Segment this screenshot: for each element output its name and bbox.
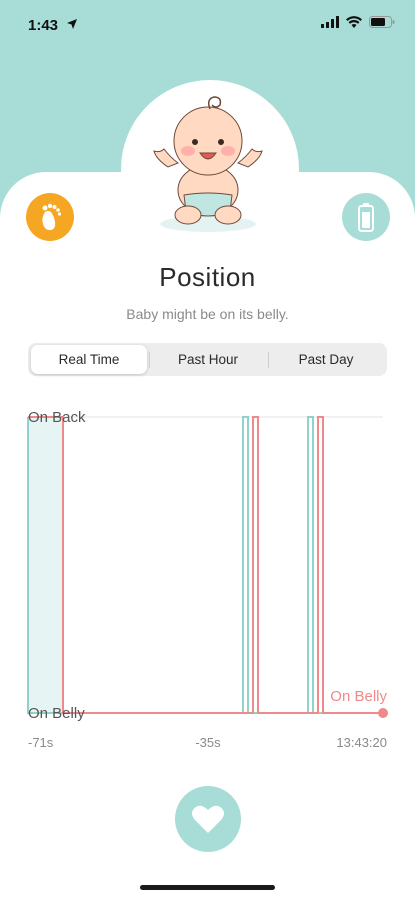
battery-status-icon — [369, 16, 395, 28]
x-tick-label: -71s — [28, 735, 54, 750]
series-line-0 — [27, 416, 383, 714]
tab-real-time[interactable]: Real Time — [31, 345, 147, 374]
time-range-tabs: Real Time Past Hour Past Day — [28, 343, 387, 376]
footprint-icon — [42, 203, 62, 231]
status-time: 1:43 — [28, 17, 59, 34]
y-label-on-belly: On Belly — [28, 705, 85, 722]
wifi-icon — [346, 16, 362, 28]
current-value-label: On Belly — [330, 688, 387, 705]
battery-icon — [358, 203, 374, 232]
home-indicator — [140, 885, 275, 890]
status-bar: 1:43 — [0, 0, 415, 46]
shaded-region — [28, 417, 63, 713]
location-arrow-icon — [67, 19, 77, 29]
footprint-button[interactable] — [26, 193, 74, 241]
heart-button[interactable] — [175, 786, 241, 852]
status-message: Baby might be on its belly. — [126, 306, 289, 322]
y-label-on-back: On Back — [28, 409, 86, 426]
tab-past-hour[interactable]: Past Hour — [149, 345, 267, 374]
baby-illustration — [153, 96, 263, 232]
tab-past-day[interactable]: Past Day — [268, 345, 384, 374]
series-line-1 — [28, 416, 383, 714]
heart-icon — [192, 805, 224, 833]
battery-button[interactable] — [342, 193, 390, 241]
page-title: Position — [159, 262, 256, 292]
x-tick-label: 13:43:20 — [336, 735, 387, 750]
position-chart: On Back On Belly On Belly -71s -35s 13:43:20 — [27, 409, 388, 750]
status-indicators — [321, 16, 395, 28]
x-tick-label: -35s — [195, 735, 221, 750]
current-point — [378, 708, 388, 718]
cellular-signal-icon — [321, 16, 339, 28]
